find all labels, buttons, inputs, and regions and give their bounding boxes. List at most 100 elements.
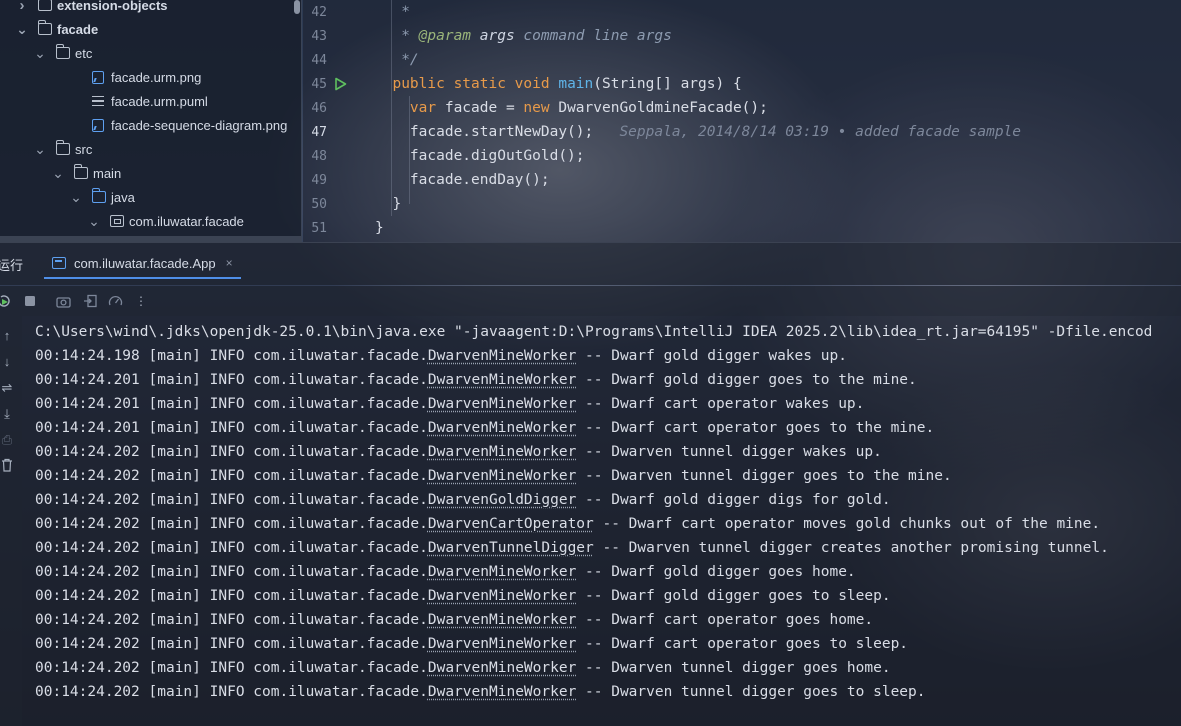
more-options-icon[interactable]: ⋮ xyxy=(133,293,149,309)
log-class-link[interactable]: DwarvenMineWorker xyxy=(428,372,576,388)
chevron-down-icon[interactable]: ⌄ xyxy=(52,165,64,182)
code-token: } xyxy=(375,196,402,212)
tree-item-label: facade.urm.puml xyxy=(111,93,208,109)
log-class-link[interactable]: DwarvenMineWorker xyxy=(428,684,576,700)
code-line[interactable]: 47 facade.startNewDay(); Seppala, 2014/8… xyxy=(303,120,1181,144)
console-log-line: 00:14:24.202 [main] INFO com.iluwatar.fa… xyxy=(35,680,926,704)
log-thread: [main] xyxy=(148,660,201,676)
package-icon xyxy=(110,215,124,227)
log-class-link[interactable]: DwarvenMineWorker xyxy=(428,588,576,604)
run-tool-window-header: 运行 com.iluwatar.facade.App × xyxy=(0,243,1181,285)
log-package: com.iluwatar.facade. xyxy=(253,516,428,532)
code-line[interactable]: 50 } xyxy=(303,192,1181,216)
line-number: 47 xyxy=(311,124,327,140)
log-message: -- Dwarven tunnel digger goes to the min… xyxy=(576,468,952,484)
log-class-link[interactable]: DwarvenMineWorker xyxy=(428,348,576,364)
scroll-to-end-icon[interactable]: ⤓ xyxy=(0,406,14,422)
log-class-link[interactable]: DwarvenMineWorker xyxy=(428,468,576,484)
code-token: facade.startNewDay(); xyxy=(375,124,594,140)
code-line[interactable]: 42 * xyxy=(303,0,1181,24)
soft-wrap-icon[interactable]: ⇌ xyxy=(0,380,14,396)
login-icon[interactable] xyxy=(82,293,98,309)
log-level: INFO xyxy=(209,396,245,412)
code-text: facade.digOutGold(); xyxy=(375,148,585,164)
tree-item[interactable]: ⌄ src xyxy=(0,137,301,161)
arrow-down-icon[interactable]: ↓ xyxy=(0,354,14,370)
close-icon[interactable]: × xyxy=(226,256,233,270)
log-message: -- Dwarf gold digger goes to the mine. xyxy=(576,372,917,388)
chevron-down-icon[interactable]: ⌄ xyxy=(34,45,46,62)
code-text: facade.startNewDay(); Seppala, 2014/8/14… xyxy=(375,124,1021,140)
folder-icon xyxy=(38,0,52,11)
log-class-link[interactable]: DwarvenMineWorker xyxy=(428,636,576,652)
code-token: facade.digOutGold(); xyxy=(375,148,585,164)
run-toolbar: ⋮ xyxy=(0,286,1181,316)
chevron-right-icon[interactable]: › xyxy=(16,0,28,14)
line-number: 43 xyxy=(311,28,327,44)
console-side-toolbar: ↑ ↓ ⇌ ⤓ ⎙ xyxy=(0,316,22,726)
console-output[interactable]: C:\Users\wind\.jdks\openjdk-25.0.1\bin\j… xyxy=(22,316,1181,726)
code-token: public static void xyxy=(392,76,559,92)
tree-item[interactable]: ⌄ etc xyxy=(0,41,301,65)
rerun-icon[interactable] xyxy=(0,293,12,309)
tree-item-label: java xyxy=(111,189,135,205)
log-thread: [main] xyxy=(148,540,201,556)
chevron-down-icon[interactable]: ⌄ xyxy=(88,213,100,230)
log-time: 00:14:24.202 xyxy=(35,492,140,508)
code-line[interactable]: 44 */ xyxy=(303,48,1181,72)
console-log-line: 00:14:24.202 [main] INFO com.iluwatar.fa… xyxy=(35,608,873,632)
tree-item[interactable]: facade.urm.puml xyxy=(0,89,301,113)
trash-icon[interactable] xyxy=(0,458,14,474)
chevron-down-icon[interactable]: ⌄ xyxy=(70,189,82,206)
stop-icon[interactable] xyxy=(22,293,38,309)
tree-item[interactable]: facade-sequence-diagram.png xyxy=(0,113,301,137)
log-time: 00:14:24.201 xyxy=(35,396,140,412)
log-class-link[interactable]: DwarvenMineWorker xyxy=(428,420,576,436)
log-class-link[interactable]: DwarvenMineWorker xyxy=(428,612,576,628)
log-class-link[interactable]: DwarvenTunnelDigger xyxy=(428,540,594,556)
code-line[interactable]: 45 public static void main(String[] args… xyxy=(303,72,1181,96)
log-thread: [main] xyxy=(148,348,201,364)
log-class-link[interactable]: DwarvenMineWorker xyxy=(428,660,576,676)
tree-item[interactable]: facade.urm.png xyxy=(0,65,301,89)
log-class-link[interactable]: DwarvenMineWorker xyxy=(428,444,576,460)
log-class-link[interactable]: DwarvenCartOperator xyxy=(428,516,594,532)
tree-item[interactable]: › extension-objects xyxy=(0,0,301,17)
console-log-line: 00:14:24.201 [main] INFO com.iluwatar.fa… xyxy=(35,416,934,440)
code-line[interactable]: 43 * @param args command line args xyxy=(303,24,1181,48)
log-class-link[interactable]: DwarvenMineWorker xyxy=(428,564,576,580)
project-tree[interactable]: › extension-objects ⌄ facade ⌄ etc facade.urm.… xyxy=(0,0,302,242)
code-editor[interactable]: 42 * 43 * @param args command line args 44… xyxy=(303,0,1181,242)
log-thread: [main] xyxy=(148,492,201,508)
code-text: * @param args command line args xyxy=(375,28,672,44)
code-line[interactable]: 48 facade.digOutGold(); xyxy=(303,144,1181,168)
code-token: * xyxy=(375,4,410,20)
log-thread: [main] xyxy=(148,612,201,628)
log-message: -- Dwarf cart operator moves gold chunks… xyxy=(593,516,1101,532)
tab-run-configuration[interactable]: com.iluwatar.facade.App × xyxy=(44,249,241,279)
camera-icon[interactable] xyxy=(55,293,71,309)
log-class-link[interactable]: DwarvenMineWorker xyxy=(428,396,576,412)
code-text: } xyxy=(375,220,384,236)
tree-item[interactable]: ⌄ com.iluwatar.facade xyxy=(0,209,301,233)
arrow-up-icon[interactable]: ↑ xyxy=(0,328,14,344)
tree-item[interactable]: ⌄ main xyxy=(0,161,301,185)
code-text: var facade = new DwarvenGoldmineFacade()… xyxy=(375,100,768,116)
print-icon[interactable]: ⎙ xyxy=(0,432,14,448)
log-time: 00:14:24.202 xyxy=(35,444,140,460)
log-level: INFO xyxy=(209,684,245,700)
code-line[interactable]: 49 facade.endDay(); xyxy=(303,168,1181,192)
code-line[interactable]: 51} xyxy=(303,216,1181,240)
code-line[interactable]: 46 var facade = new DwarvenGoldmineFacad… xyxy=(303,96,1181,120)
scrollbar[interactable] xyxy=(294,0,300,14)
chevron-down-icon[interactable]: ⌄ xyxy=(16,21,28,38)
log-class-link[interactable]: DwarvenGoldDigger xyxy=(428,492,576,508)
log-message: -- Dwarf cart operator wakes up. xyxy=(576,396,865,412)
tree-item[interactable]: ⌄ facade xyxy=(0,17,301,41)
line-number: 51 xyxy=(311,220,327,236)
gauge-icon[interactable] xyxy=(107,293,123,309)
chevron-down-icon[interactable]: ⌄ xyxy=(34,141,46,158)
tree-item[interactable]: ⌄ java xyxy=(0,185,301,209)
log-message: -- Dwarven tunnel digger wakes up. xyxy=(576,444,882,460)
